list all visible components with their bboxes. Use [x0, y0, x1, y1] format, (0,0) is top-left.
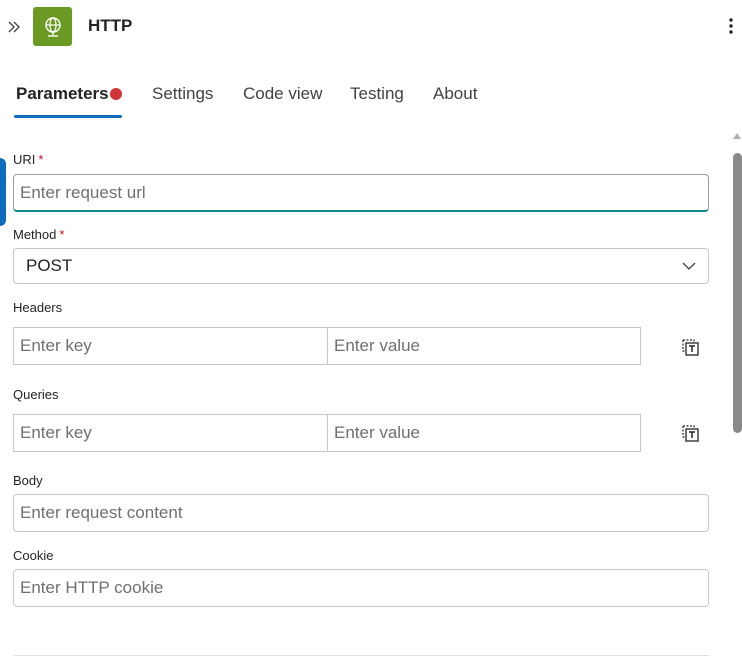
- error-indicator-dot: [110, 88, 122, 100]
- required-marker: *: [59, 227, 65, 242]
- globe-icon: [44, 16, 61, 37]
- scroll-up-arrow-icon[interactable]: [733, 133, 741, 139]
- method-select[interactable]: POST: [13, 248, 709, 284]
- queries-label: Queries: [13, 387, 59, 402]
- tab-parameters[interactable]: Parameters: [16, 84, 109, 104]
- tab-about[interactable]: About: [433, 84, 477, 104]
- queries-key-input[interactable]: Enter key: [13, 414, 328, 452]
- headers-value-input[interactable]: Enter value: [327, 327, 641, 365]
- method-label: Method *: [13, 227, 64, 242]
- panel-resize-handle[interactable]: [0, 158, 6, 226]
- action-title: HTTP: [88, 16, 133, 35]
- uri-input[interactable]: Enter request url: [13, 174, 709, 212]
- double-chevron-right-icon: [8, 21, 20, 33]
- chevron-down-icon: [682, 262, 696, 270]
- tab-settings[interactable]: Settings: [152, 84, 213, 104]
- http-app-icon: [33, 7, 72, 46]
- more-options-button[interactable]: [722, 12, 740, 40]
- cookie-input[interactable]: Enter HTTP cookie: [13, 569, 709, 607]
- cookie-label: Cookie: [13, 548, 54, 563]
- headers-delete-button[interactable]: [678, 335, 702, 359]
- uri-label-text: URI: [13, 152, 36, 167]
- scrollbar-thumb[interactable]: [733, 153, 742, 433]
- queries-value-input[interactable]: Enter value: [327, 414, 641, 452]
- collapse-panel-button[interactable]: [4, 15, 24, 39]
- section-divider: [13, 655, 709, 656]
- method-label-text: Method: [13, 227, 57, 242]
- uri-label: URI *: [13, 152, 43, 167]
- tab-testing[interactable]: Testing: [350, 84, 404, 104]
- headers-label: Headers: [13, 300, 63, 315]
- tab-code-view[interactable]: Code view: [243, 84, 322, 104]
- body-label: Body: [13, 473, 43, 488]
- required-marker: *: [38, 152, 44, 167]
- delete-row-icon: [682, 339, 699, 356]
- body-input[interactable]: Enter request content: [13, 494, 709, 532]
- more-vertical-icon: [729, 18, 733, 34]
- method-select-value: POST: [26, 256, 73, 275]
- queries-delete-button[interactable]: [678, 421, 702, 445]
- active-tab-indicator: [14, 115, 122, 118]
- delete-row-icon: [682, 425, 699, 442]
- headers-key-input[interactable]: Enter key: [13, 327, 328, 365]
